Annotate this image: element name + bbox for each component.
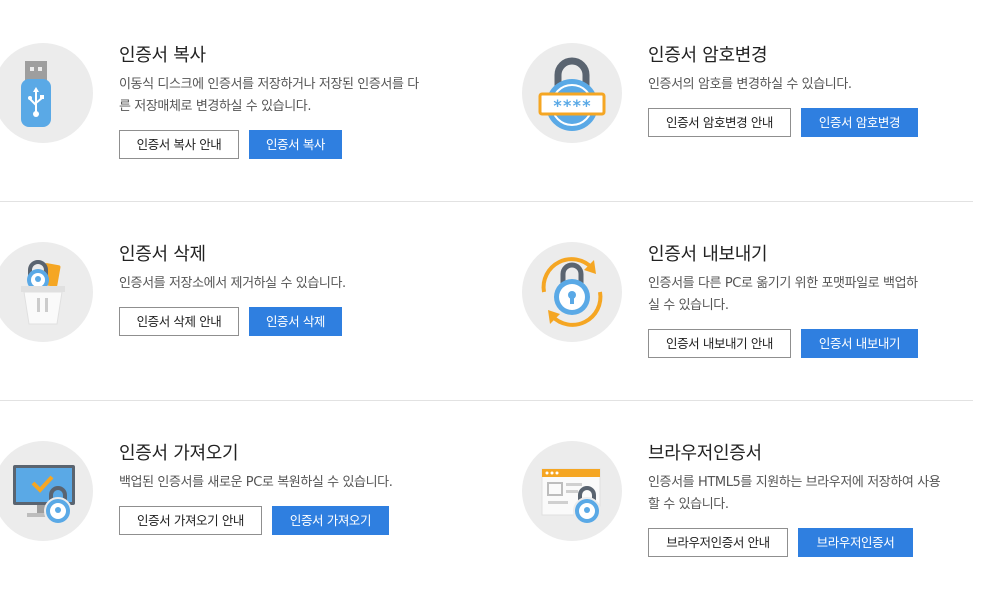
- divider: [0, 201, 973, 202]
- browser-guide-button[interactable]: 브라우저인증서 안내: [648, 528, 788, 557]
- export-guide-button[interactable]: 인증서 내보내기 안내: [648, 329, 791, 358]
- export-button[interactable]: 인증서 내보내기: [801, 329, 918, 358]
- card-description: 인증서를 저장소에서 제거하실 수 있습니다.: [119, 276, 346, 291]
- card-title: 인증서 복사: [119, 45, 206, 66]
- card-title: 인증서 암호변경: [648, 45, 768, 66]
- delete-button[interactable]: 인증서 삭제: [249, 307, 342, 336]
- card-description: 인증서를 다른 PC로 옮기기 위한 포맷파일로 백업하실 수 있습니다.: [648, 276, 918, 313]
- import-button[interactable]: 인증서 가져오기: [272, 506, 389, 535]
- card-title: 인증서 가져오기: [119, 443, 239, 464]
- lock-password-icon: ****: [522, 43, 622, 143]
- browser-cert-button[interactable]: 브라우저인증서: [798, 528, 913, 557]
- password-guide-button[interactable]: 인증서 암호변경 안내: [648, 108, 791, 137]
- copy-button[interactable]: 인증서 복사: [249, 130, 342, 159]
- card-title: 브라우저인증서: [648, 443, 762, 464]
- divider: [0, 400, 973, 401]
- browser-lock-icon: [522, 441, 622, 541]
- card-title: 인증서 삭제: [119, 244, 206, 265]
- card-description: 인증서의 암호를 변경하실 수 있습니다.: [648, 77, 852, 92]
- card-description: 이동식 디스크에 인증서를 저장하거나 저장된 인증서를 다른 저장매체로 변경…: [119, 77, 419, 114]
- card-title: 인증서 내보내기: [648, 244, 768, 265]
- card-description: 인증서를 HTML5를 지원하는 브라우저에 저장하여 사용할 수 있습니다.: [648, 475, 941, 512]
- delete-guide-button[interactable]: 인증서 삭제 안내: [119, 307, 239, 336]
- monitor-lock-icon: [0, 441, 93, 541]
- trash-lock-icon: [0, 242, 93, 342]
- lock-sync-icon: [522, 242, 622, 342]
- card-description: 백업된 인증서를 새로운 PC로 복원하실 수 있습니다.: [119, 475, 393, 490]
- password-change-button[interactable]: 인증서 암호변경: [801, 108, 918, 137]
- import-guide-button[interactable]: 인증서 가져오기 안내: [119, 506, 262, 535]
- copy-guide-button[interactable]: 인증서 복사 안내: [119, 130, 239, 159]
- password-mask-text: ****: [553, 96, 592, 115]
- usb-icon: [0, 43, 93, 143]
